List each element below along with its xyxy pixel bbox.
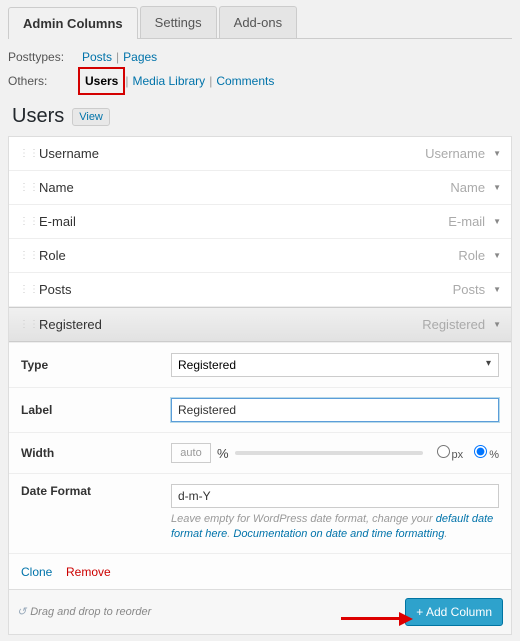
docs-link[interactable]: Documentation on date and time formattin… [233, 528, 444, 540]
column-type: Posts [453, 282, 486, 297]
drag-handle-icon[interactable]: ⋮⋮ [19, 322, 33, 328]
unit-px-label: px [452, 449, 464, 461]
dateformat-label: Date Format [21, 484, 171, 498]
column-type: Role [458, 248, 485, 263]
add-column-button[interactable]: + Add Column [405, 598, 503, 626]
main-tabs: Admin Columns Settings Add-ons [8, 6, 512, 39]
drag-handle-icon[interactable]: ⋮⋮ [19, 253, 33, 259]
column-label: Name [39, 180, 450, 195]
type-label: Type [21, 358, 171, 372]
column-row-active[interactable]: ⋮⋮ Registered Registered ▼ [9, 307, 511, 342]
unit-pct-radio[interactable] [474, 445, 487, 458]
width-slider[interactable] [235, 451, 423, 455]
page-title: Users View [12, 105, 512, 128]
chevron-down-icon[interactable]: ▼ [493, 251, 501, 260]
remove-button[interactable]: Remove [66, 565, 111, 579]
chevron-down-icon[interactable]: ▼ [493, 285, 501, 294]
column-settings-panel: Type Registered Label Width auto % [9, 342, 511, 589]
column-label: Posts [39, 282, 453, 297]
column-label: E-mail [39, 214, 448, 229]
filter-posts[interactable]: Posts [82, 47, 112, 67]
filter-users[interactable]: Users [78, 67, 125, 95]
chevron-down-icon[interactable]: ▼ [493, 149, 501, 158]
column-row[interactable]: ⋮⋮ Posts Posts ▼ [9, 273, 511, 307]
drag-hint: Drag and drop to reorder [17, 605, 151, 618]
separator: | [125, 71, 128, 91]
view-button[interactable]: View [72, 108, 110, 126]
dateformat-input[interactable] [171, 484, 499, 508]
page-title-text: Users [12, 105, 64, 128]
column-type: Name [450, 180, 485, 195]
others-label: Others: [8, 71, 78, 91]
column-row[interactable]: ⋮⋮ E-mail E-mail ▼ [9, 205, 511, 239]
dateformat-helper: Leave empty for WordPress date format, c… [171, 512, 499, 543]
label-input[interactable] [171, 398, 499, 422]
column-row[interactable]: ⋮⋮ Name Name ▼ [9, 171, 511, 205]
filter-media[interactable]: Media Library [132, 71, 205, 91]
drag-handle-icon[interactable]: ⋮⋮ [19, 287, 33, 293]
separator: | [209, 71, 212, 91]
separator: | [116, 47, 119, 67]
chevron-down-icon[interactable]: ▼ [493, 320, 501, 329]
column-row[interactable]: ⋮⋮ Role Role ▼ [9, 239, 511, 273]
filter-pages[interactable]: Pages [123, 47, 157, 67]
posttypes-label: Posttypes: [8, 47, 78, 67]
chevron-down-icon[interactable]: ▼ [493, 217, 501, 226]
width-label: Width [21, 446, 171, 460]
filter-comments[interactable]: Comments [216, 71, 274, 91]
bottom-bar: Drag and drop to reorder + Add Column [9, 589, 511, 634]
unit-px-radio[interactable] [437, 445, 450, 458]
column-list: ⋮⋮ Username Username ▼ ⋮⋮ Name Name ▼ ⋮⋮… [8, 136, 512, 635]
drag-handle-icon[interactable]: ⋮⋮ [19, 219, 33, 225]
tab-addons[interactable]: Add-ons [219, 6, 297, 38]
type-select[interactable]: Registered [171, 353, 499, 377]
column-label: Role [39, 248, 458, 263]
width-unit-suffix: % [217, 446, 229, 461]
clone-button[interactable]: Clone [21, 565, 52, 579]
column-row[interactable]: ⋮⋮ Username Username ▼ [9, 137, 511, 171]
column-label: Username [39, 146, 425, 161]
tab-settings[interactable]: Settings [140, 6, 217, 38]
column-type: E-mail [448, 214, 485, 229]
drag-handle-icon[interactable]: ⋮⋮ [19, 151, 33, 157]
tab-admin-columns[interactable]: Admin Columns [8, 7, 138, 39]
unit-pct-label: % [489, 449, 499, 461]
column-type: Username [425, 146, 485, 161]
drag-handle-icon[interactable]: ⋮⋮ [19, 185, 33, 191]
filter-bar: Posttypes: Posts | Pages Others: Users |… [8, 47, 512, 95]
column-label: Registered [39, 317, 422, 332]
width-value[interactable]: auto [171, 443, 211, 463]
chevron-down-icon[interactable]: ▼ [493, 183, 501, 192]
label-label: Label [21, 403, 171, 417]
column-type: Registered [422, 317, 485, 332]
